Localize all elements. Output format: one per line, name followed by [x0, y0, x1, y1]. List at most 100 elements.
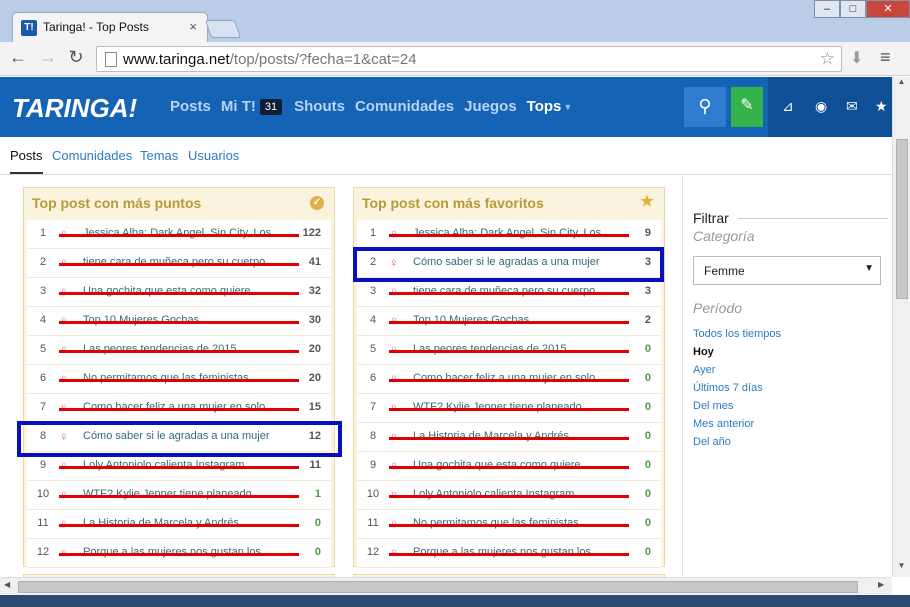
- post-count: 0: [644, 372, 651, 384]
- address-bar[interactable]: www.taringa.net/top/posts/?fecha=1&cat=2…: [96, 46, 842, 72]
- stats-icon[interactable]: ⊿: [782, 98, 794, 115]
- nav-juegos[interactable]: Juegos: [464, 98, 517, 115]
- rank-number: 7: [39, 401, 47, 413]
- table-row[interactable]: 5♀Las peores tendencias de 20150: [357, 336, 661, 365]
- nav-mi-t[interactable]: Mi T!: [221, 98, 256, 115]
- table-row[interactable]: 9♀Una gochita que esta como quiere.0: [357, 452, 661, 481]
- post-count: 20: [308, 343, 321, 355]
- scroll-down-icon[interactable]: ▼: [893, 561, 910, 577]
- taringa-logo[interactable]: TARINGA!: [12, 93, 137, 124]
- post-count: 41: [308, 256, 321, 268]
- rank-number: 3: [39, 285, 47, 297]
- table-row[interactable]: 6♀Como hacer feliz a una mujer en solo0: [357, 365, 661, 394]
- table-row[interactable]: 4♀Top 10 Mujeres Gochas.2: [357, 307, 661, 336]
- table-row[interactable]: 7♀Como hacer feliz a una mujer en solo15: [27, 394, 331, 423]
- eye-icon[interactable]: ◉: [815, 98, 827, 115]
- scroll-thumb[interactable]: [18, 581, 858, 593]
- scroll-thumb[interactable]: [896, 139, 908, 299]
- mail-icon[interactable]: ✉: [846, 98, 858, 115]
- post-count: 20: [308, 372, 321, 384]
- table-row[interactable]: 12♀Porque a las mujeres nos gustan los0: [27, 539, 331, 568]
- table-row[interactable]: 11♀La Historia de Marcela y Andrés0: [27, 510, 331, 539]
- post-count: 11: [309, 459, 321, 471]
- subtab-posts[interactable]: Posts: [10, 148, 43, 174]
- period-link[interactable]: Últimos 7 días: [693, 382, 781, 400]
- bookmark-star-icon[interactable]: ☆: [820, 49, 835, 69]
- download-icon[interactable]: ⬇: [850, 48, 863, 68]
- table-row[interactable]: 12♀Porque a las mujeres nos gustan los0: [357, 539, 661, 568]
- table-row[interactable]: 11♀No permitamos que las feministas0: [357, 510, 661, 539]
- chevron-down-icon: ▼: [864, 263, 874, 274]
- red-strike-line: [59, 350, 299, 353]
- nav-comunidades[interactable]: Comunidades: [355, 98, 454, 115]
- table-row[interactable]: 7♀WTF? Kylie Jenner tiene planeado0: [357, 394, 661, 423]
- window-controls: – □ ✕: [814, 0, 910, 18]
- back-arrow-icon[interactable]: ←: [6, 47, 30, 68]
- nav-shouts[interactable]: Shouts: [294, 98, 345, 115]
- search-icon[interactable]: ⚲: [684, 87, 726, 127]
- red-strike-line: [389, 408, 629, 411]
- subtab-usuarios[interactable]: Usuarios: [188, 148, 239, 163]
- category-select[interactable]: Femme ▼: [693, 256, 881, 285]
- browser-tab[interactable]: T! Taringa! - Top Posts ×: [12, 12, 208, 42]
- period-link[interactable]: Hoy: [693, 346, 781, 364]
- table-row[interactable]: 3♀Una gochita que esta como quiere.32: [27, 278, 331, 307]
- post-count: 0: [644, 517, 651, 529]
- horizontal-scrollbar[interactable]: ◀ ▶: [0, 577, 892, 595]
- notification-badge: 31: [259, 98, 283, 115]
- red-strike-line: [389, 553, 629, 556]
- post-count: 0: [644, 401, 651, 413]
- period-link[interactable]: Del mes: [693, 400, 781, 418]
- rank-number: 3: [369, 285, 377, 297]
- tab-title: Taringa! - Top Posts: [43, 20, 149, 34]
- forward-arrow-icon[interactable]: →: [36, 47, 60, 68]
- new-post-icon[interactable]: ✎: [731, 87, 763, 127]
- table-row[interactable]: 1♀Jessica Alba: Dark Angel, Sin City, Lo…: [357, 220, 661, 249]
- subnav: Posts Comunidades Temas Usuarios: [0, 137, 892, 175]
- red-strike-line: [389, 350, 629, 353]
- new-tab-button[interactable]: [204, 20, 242, 38]
- period-link[interactable]: Mes anterior: [693, 418, 781, 436]
- post-count: 0: [644, 459, 651, 471]
- period-link[interactable]: Del año: [693, 436, 781, 454]
- minimize-button[interactable]: –: [814, 0, 840, 18]
- rank-number: 7: [369, 401, 377, 413]
- period-link[interactable]: Ayer: [693, 364, 781, 382]
- top-favorites-panel: Top post con más favoritos ★ 1♀Jessica A…: [353, 187, 665, 568]
- table-row[interactable]: 5♀Las peores tendencias de 201520: [27, 336, 331, 365]
- post-count: 1: [314, 488, 321, 500]
- rank-number: 4: [39, 314, 47, 326]
- table-row[interactable]: 6♀No permitamos que las feministas20: [27, 365, 331, 394]
- table-row[interactable]: 8♀La Historia de Marcela y Andrés0: [357, 423, 661, 452]
- rank-number: 5: [369, 343, 377, 355]
- maximize-button[interactable]: □: [840, 0, 866, 18]
- star-icon[interactable]: ★: [875, 98, 888, 115]
- close-window-button[interactable]: ✕: [866, 0, 910, 18]
- nav-tops[interactable]: Tops: [527, 98, 562, 115]
- chevron-down-icon: ▼: [563, 101, 573, 112]
- red-strike-line: [389, 437, 629, 440]
- scroll-right-icon[interactable]: ▶: [878, 580, 884, 589]
- highlight-box: [353, 247, 664, 282]
- favorite-star-icon: ★: [640, 193, 654, 210]
- close-tab-icon[interactable]: ×: [189, 19, 197, 34]
- red-strike-line: [59, 495, 299, 498]
- table-row[interactable]: 4♀Top 10 Mujeres Gochas.30: [27, 307, 331, 336]
- subtab-comunidades[interactable]: Comunidades: [52, 148, 132, 163]
- period-link[interactable]: Todos los tiempos: [693, 328, 781, 346]
- menu-icon[interactable]: ≡: [880, 47, 891, 68]
- vertical-scrollbar[interactable]: ▲ ▼: [892, 77, 910, 577]
- table-row[interactable]: 2♀tiene cara de muñeca pero su cuerpo41: [27, 249, 331, 278]
- table-row[interactable]: 1♀Jessica Alba: Dark Angel, Sin City, Lo…: [27, 220, 331, 249]
- red-strike-line: [389, 466, 629, 469]
- reload-icon[interactable]: ↻: [64, 47, 88, 68]
- nav-posts[interactable]: Posts: [170, 98, 211, 115]
- table-row[interactable]: 3♀tiene cara de muñeca pero su cuerpo3: [357, 278, 661, 307]
- table-row[interactable]: 10♀Loly Antoniolo calienta Instagram0: [357, 481, 661, 510]
- scroll-up-icon[interactable]: ▲: [893, 77, 910, 93]
- scroll-left-icon[interactable]: ◀: [4, 580, 10, 589]
- subtab-temas[interactable]: Temas: [140, 148, 178, 163]
- period-list: Todos los tiempos Hoy Ayer Últimos 7 días De…: [693, 328, 781, 454]
- table-row[interactable]: 10♀WTF? Kylie Jenner tiene planeado1: [27, 481, 331, 510]
- red-strike-line: [389, 292, 629, 295]
